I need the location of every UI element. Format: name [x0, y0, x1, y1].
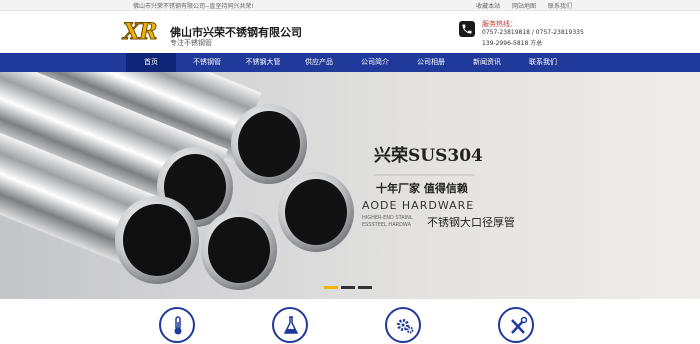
- banner-small-text-2: ESSSTEEL HARDWA: [362, 222, 412, 228]
- top-bar: 佛山市兴荣不锈钢有限公司--直坚持同兴共荣! 收藏本站 网站地图 联系我们: [0, 0, 700, 11]
- features-row: [0, 299, 700, 344]
- slide-indicator-2[interactable]: [341, 286, 355, 289]
- nav-item-large-pipe[interactable]: 不锈钢大管: [238, 53, 288, 72]
- tools-icon[interactable]: [498, 307, 534, 343]
- banner-brand-en: AODE HARDWARE: [362, 199, 475, 212]
- nav-item-album[interactable]: 公司相册: [406, 53, 456, 72]
- slide-indicator-3[interactable]: [358, 286, 372, 289]
- phone-icon: [459, 21, 475, 37]
- banner-slogan: 十年厂家 值得信赖: [376, 182, 468, 195]
- hotline-numbers: 0757-23819818 / 0757-23819335: [482, 29, 584, 36]
- gears-icon[interactable]: [385, 307, 421, 343]
- hero-banner[interactable]: [0, 72, 700, 299]
- hotline-mobile: 139-2996-5818 方总: [482, 40, 543, 47]
- sitemap-link[interactable]: 网站地图: [512, 3, 536, 10]
- main-nav: 首页 不锈钢管 不锈钢大管 供应产品 公司简介 公司相册 新闻资讯 联系我们: [0, 53, 700, 72]
- banner-headline: 兴荣SUS304: [374, 146, 483, 166]
- nav-item-steel-pipe[interactable]: 不锈钢管: [182, 53, 232, 72]
- banner-small-text-1: HIGHER-END STAINL: [362, 215, 413, 221]
- nav-item-products[interactable]: 供应产品: [294, 53, 344, 72]
- banner-product-desc: 不锈钢大口径厚管: [427, 216, 515, 229]
- bookmark-link[interactable]: 收藏本站: [476, 3, 500, 10]
- top-notice: 佛山市兴荣不锈钢有限公司--直坚持同兴共荣!: [133, 3, 254, 10]
- header: [0, 11, 700, 53]
- logo[interactable]: XR: [123, 21, 163, 44]
- slide-indicator-1[interactable]: [324, 286, 338, 289]
- nav-item-home[interactable]: 首页: [126, 53, 176, 72]
- steel-pipes-image: [0, 72, 475, 290]
- contact-link[interactable]: 联系我们: [548, 3, 572, 10]
- flask-icon[interactable]: [272, 307, 308, 343]
- hotline-label: 服务热线：: [482, 20, 517, 28]
- nav-item-about[interactable]: 公司简介: [350, 53, 400, 72]
- company-tagline: 专注不锈钢管: [170, 39, 212, 47]
- nav-item-contact[interactable]: 联系我们: [518, 53, 568, 72]
- nav-item-news[interactable]: 新闻资讯: [462, 53, 512, 72]
- top-links: 收藏本站 网站地图 联系我们: [466, 1, 572, 10]
- thermometer-icon[interactable]: [159, 307, 195, 343]
